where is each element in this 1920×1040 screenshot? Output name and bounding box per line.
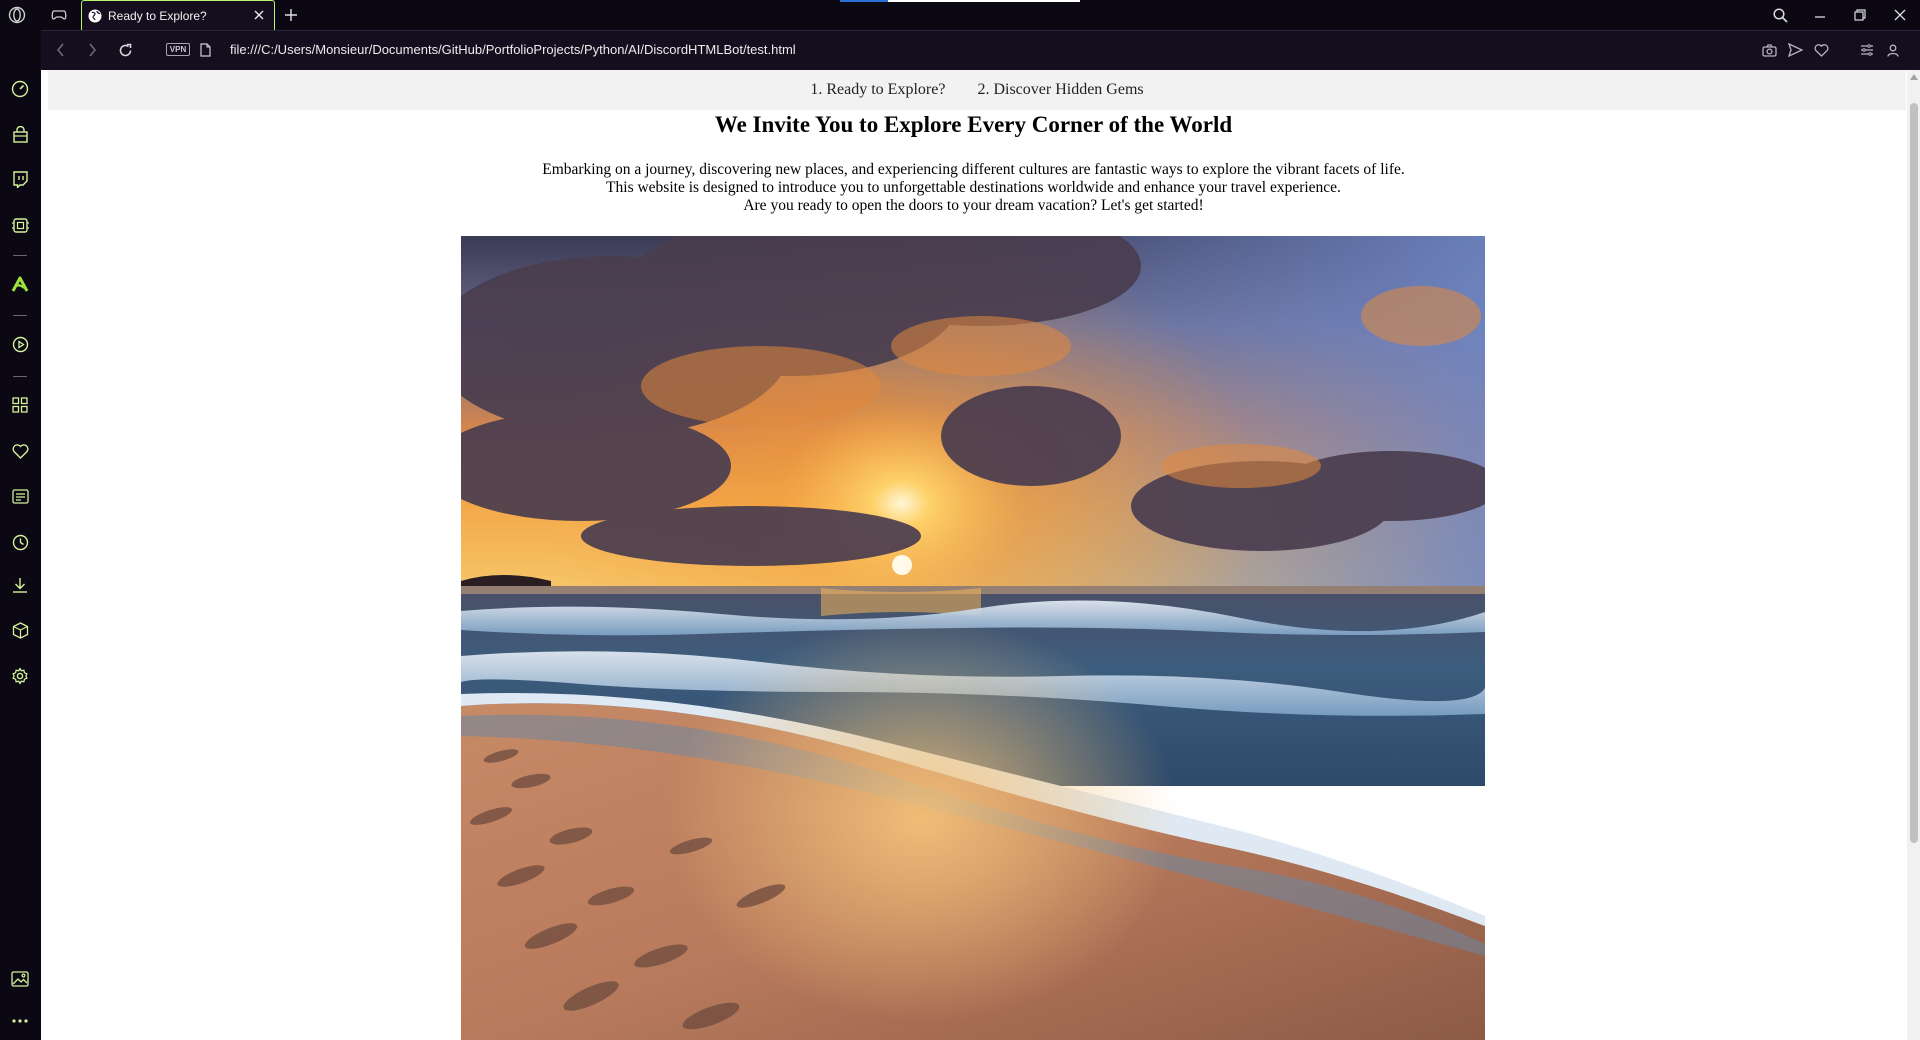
sidebar-separator	[13, 255, 27, 256]
sidebar-separator	[13, 376, 27, 377]
page-nav: 1. Ready to Explore? 2. Discover Hidden …	[48, 70, 1906, 110]
nav-link-discover-hidden-gems[interactable]: 2. Discover Hidden Gems	[977, 81, 1143, 99]
gaming-controller-icon[interactable]	[50, 0, 68, 30]
scroll-up-arrow-icon[interactable]	[1909, 72, 1918, 81]
settings-icon[interactable]	[8, 664, 32, 688]
shopping-bag-icon[interactable]	[8, 122, 32, 146]
intro-line: Embarking on a journey, discovering new …	[542, 161, 1405, 178]
tab-title: Ready to Explore?	[108, 8, 207, 23]
bookmarks-icon[interactable]	[8, 439, 32, 463]
intro-line: Are you ready to open the doors to your …	[743, 197, 1204, 214]
sidebar	[0, 30, 41, 1040]
easy-setup-icon[interactable]	[1857, 31, 1877, 69]
search-icon[interactable]	[1770, 0, 1790, 30]
extensions-icon[interactable]	[8, 618, 32, 642]
player-icon[interactable]	[8, 332, 32, 356]
forward-icon[interactable]	[83, 31, 101, 69]
news-icon[interactable]	[8, 484, 32, 508]
opera-logo-icon[interactable]	[6, 0, 28, 30]
new-tab-icon[interactable]	[282, 0, 300, 30]
history-icon[interactable]	[8, 530, 32, 554]
intro-text: Embarking on a journey, discovering new …	[41, 161, 1906, 215]
reload-icon[interactable]	[115, 31, 135, 69]
tab-close-icon[interactable]	[252, 8, 266, 22]
loading-bar	[840, 0, 1080, 2]
downloads-icon[interactable]	[8, 573, 32, 597]
page-viewport: 1. Ready to Explore? 2. Discover Hidden …	[41, 70, 1920, 1040]
page-icon[interactable]	[197, 31, 213, 69]
send-icon[interactable]	[1785, 31, 1805, 69]
close-icon[interactable]	[1890, 0, 1910, 30]
globe-icon	[87, 8, 103, 24]
heart-icon[interactable]	[1811, 31, 1831, 69]
url-field[interactable]: file:///C:/Users/Monsieur/Documents/GitH…	[230, 42, 796, 57]
sidebar-separator	[13, 315, 27, 316]
minimize-icon[interactable]	[1810, 0, 1830, 30]
twitch-icon[interactable]	[8, 167, 32, 191]
back-icon[interactable]	[51, 31, 69, 69]
profile-icon[interactable]	[1883, 31, 1903, 69]
aria-icon[interactable]	[8, 213, 32, 237]
vector-icon[interactable]	[8, 272, 32, 296]
speed-dial-icon[interactable]	[8, 77, 32, 101]
image-icon[interactable]	[8, 967, 32, 991]
hero-image	[461, 236, 1485, 1040]
title-bar: Ready to Explore?	[0, 0, 1920, 30]
intro-line: This website is designed to introduce yo…	[606, 179, 1341, 196]
workspaces-icon[interactable]	[8, 393, 32, 417]
page-heading: We Invite You to Explore Every Corner of…	[714, 112, 1233, 137]
nav-link-ready-to-explore[interactable]: 1. Ready to Explore?	[810, 81, 945, 99]
restore-icon[interactable]	[1850, 0, 1870, 30]
more-icon[interactable]	[8, 1009, 32, 1033]
scrollbar-thumb[interactable]	[1910, 103, 1918, 843]
address-bar: VPN file:///C:/Users/Monsieur/Documents/…	[41, 30, 1920, 70]
snapshot-icon[interactable]	[1759, 31, 1779, 69]
browser-tab[interactable]: Ready to Explore?	[81, 0, 275, 30]
vpn-badge[interactable]: VPN	[166, 43, 190, 56]
